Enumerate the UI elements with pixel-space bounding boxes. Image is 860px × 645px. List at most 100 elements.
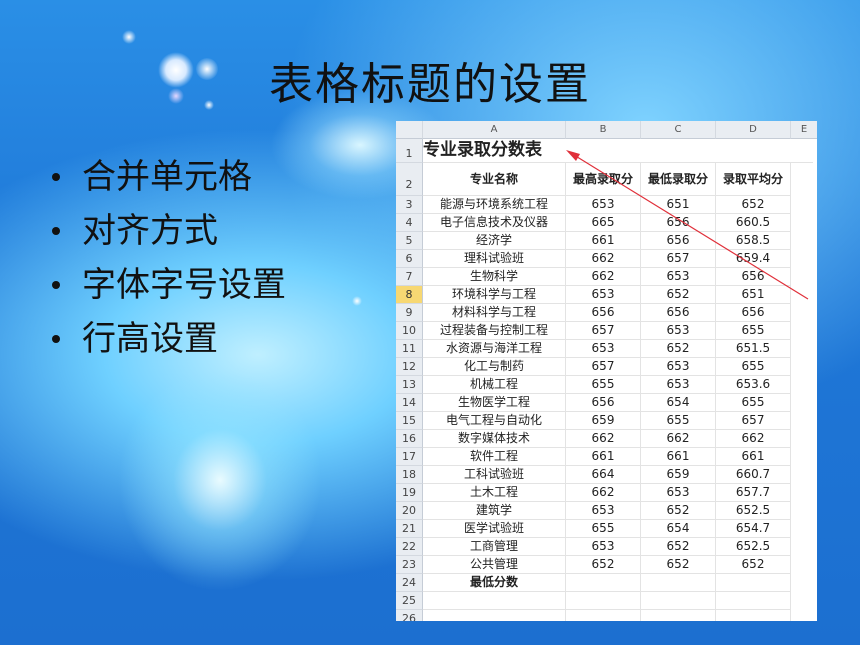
row-header[interactable]: 10 bbox=[396, 322, 423, 340]
cell-avg[interactable] bbox=[716, 574, 791, 592]
bullet-list: 合并单元格 对齐方式 字体字号设置 行高设置 bbox=[52, 150, 286, 366]
glow-decoration bbox=[110, 360, 330, 600]
cell-avg[interactable]: 657 bbox=[716, 412, 791, 430]
red-arrow-annotation bbox=[566, 150, 809, 300]
bullet-item: 对齐方式 bbox=[52, 204, 286, 258]
cell-avg[interactable]: 657.7 bbox=[716, 484, 791, 502]
cell-name[interactable]: 建筑学 bbox=[423, 502, 566, 520]
bullet-item: 行高设置 bbox=[52, 312, 286, 366]
row-header[interactable]: 11 bbox=[396, 340, 423, 358]
row-header[interactable]: 21 bbox=[396, 520, 423, 538]
cell-min[interactable]: 652 bbox=[641, 538, 716, 556]
cell-name[interactable]: 公共管理 bbox=[423, 556, 566, 574]
cell-name[interactable]: 过程装备与控制工程 bbox=[423, 322, 566, 340]
cell-avg[interactable]: 661 bbox=[716, 448, 791, 466]
cell-avg[interactable]: 662 bbox=[716, 430, 791, 448]
cell-min[interactable]: 653 bbox=[641, 322, 716, 340]
cell-name[interactable] bbox=[423, 610, 566, 621]
row-header[interactable]: 23 bbox=[396, 556, 423, 574]
bullet-icon bbox=[52, 173, 60, 181]
cell-avg[interactable]: 655 bbox=[716, 358, 791, 376]
cell-max[interactable]: 653 bbox=[566, 502, 641, 520]
cell-min[interactable]: 654 bbox=[641, 520, 716, 538]
cell-avg[interactable]: 660.7 bbox=[716, 466, 791, 484]
cell-min[interactable]: 652 bbox=[641, 502, 716, 520]
cell-min[interactable]: 661 bbox=[641, 448, 716, 466]
cell-name[interactable]: 生物医学工程 bbox=[423, 394, 566, 412]
cell-name[interactable]: 土木工程 bbox=[423, 484, 566, 502]
cell-min[interactable]: 652 bbox=[641, 556, 716, 574]
cell-max[interactable]: 659 bbox=[566, 412, 641, 430]
cell-max[interactable]: 657 bbox=[566, 322, 641, 340]
cell-name[interactable]: 软件工程 bbox=[423, 448, 566, 466]
row-header[interactable]: 18 bbox=[396, 466, 423, 484]
cell-max[interactable]: 656 bbox=[566, 394, 641, 412]
cell-avg[interactable]: 652 bbox=[716, 556, 791, 574]
cell-avg[interactable]: 651.5 bbox=[716, 340, 791, 358]
cell-avg[interactable] bbox=[716, 610, 791, 621]
cell-avg[interactable]: 655 bbox=[716, 394, 791, 412]
row-header[interactable]: 22 bbox=[396, 538, 423, 556]
cell-min[interactable]: 655 bbox=[641, 412, 716, 430]
cell-min[interactable]: 654 bbox=[641, 394, 716, 412]
cell-max[interactable]: 655 bbox=[566, 376, 641, 394]
bubble-decoration bbox=[352, 296, 362, 306]
cell-max[interactable] bbox=[566, 574, 641, 592]
cell-name[interactable]: 机械工程 bbox=[423, 376, 566, 394]
row-header[interactable]: 20 bbox=[396, 502, 423, 520]
row-header[interactable]: 15 bbox=[396, 412, 423, 430]
bullet-item: 合并单元格 bbox=[52, 150, 286, 204]
row-header[interactable]: 12 bbox=[396, 358, 423, 376]
row-header[interactable]: 26 bbox=[396, 610, 423, 621]
bullet-icon bbox=[52, 281, 60, 289]
row-header[interactable]: 25 bbox=[396, 592, 423, 610]
row-header[interactable]: 13 bbox=[396, 376, 423, 394]
cell-max[interactable] bbox=[566, 610, 641, 621]
row-header[interactable]: 16 bbox=[396, 430, 423, 448]
cell-name[interactable]: 化工与制药 bbox=[423, 358, 566, 376]
cell-max[interactable]: 655 bbox=[566, 520, 641, 538]
cell-name[interactable]: 电气工程与自动化 bbox=[423, 412, 566, 430]
cell-min[interactable]: 653 bbox=[641, 484, 716, 502]
row-header[interactable]: 24 bbox=[396, 574, 423, 592]
cell-name[interactable]: 数字媒体技术 bbox=[423, 430, 566, 448]
cell-max[interactable]: 661 bbox=[566, 448, 641, 466]
cell-max[interactable]: 652 bbox=[566, 556, 641, 574]
cell-min[interactable] bbox=[641, 610, 716, 621]
cell-min[interactable] bbox=[641, 574, 716, 592]
cell-min[interactable]: 662 bbox=[641, 430, 716, 448]
slide-title: 表格标题的设置 bbox=[269, 59, 591, 110]
cell-name[interactable]: 工商管理 bbox=[423, 538, 566, 556]
cell-name[interactable]: 最低分数 bbox=[423, 574, 566, 592]
row-header[interactable]: 19 bbox=[396, 484, 423, 502]
cell-name[interactable]: 医学试验班 bbox=[423, 520, 566, 538]
cell-max[interactable] bbox=[566, 592, 641, 610]
cell-avg[interactable]: 652.5 bbox=[716, 502, 791, 520]
row-header[interactable]: 14 bbox=[396, 394, 423, 412]
cell-max[interactable]: 662 bbox=[566, 484, 641, 502]
spreadsheet-image: A B C D E 1 专业录取分数表 2 专业名称 最高录取分 最低录取分 录… bbox=[396, 121, 817, 621]
bullet-icon bbox=[52, 335, 60, 343]
cell-min[interactable]: 659 bbox=[641, 466, 716, 484]
cell-max[interactable]: 662 bbox=[566, 430, 641, 448]
cell-min[interactable]: 652 bbox=[641, 340, 716, 358]
cell-min[interactable] bbox=[641, 592, 716, 610]
cell-avg[interactable]: 655 bbox=[716, 322, 791, 340]
cell-max[interactable]: 657 bbox=[566, 358, 641, 376]
cell-max[interactable]: 664 bbox=[566, 466, 641, 484]
cell-name[interactable]: 水资源与海洋工程 bbox=[423, 340, 566, 358]
cell-avg[interactable] bbox=[716, 592, 791, 610]
row-header[interactable]: 17 bbox=[396, 448, 423, 466]
bullet-item: 字体字号设置 bbox=[52, 258, 286, 312]
cell-avg[interactable]: 654.7 bbox=[716, 520, 791, 538]
cell-avg[interactable]: 652.5 bbox=[716, 538, 791, 556]
cell-max[interactable]: 653 bbox=[566, 538, 641, 556]
cell-min[interactable]: 653 bbox=[641, 376, 716, 394]
cell-max[interactable]: 653 bbox=[566, 340, 641, 358]
bullet-icon bbox=[52, 227, 60, 235]
cell-avg[interactable]: 653.6 bbox=[716, 376, 791, 394]
bubble-decoration bbox=[122, 30, 136, 44]
cell-name[interactable]: 工科试验班 bbox=[423, 466, 566, 484]
cell-min[interactable]: 653 bbox=[641, 358, 716, 376]
cell-name[interactable] bbox=[423, 592, 566, 610]
